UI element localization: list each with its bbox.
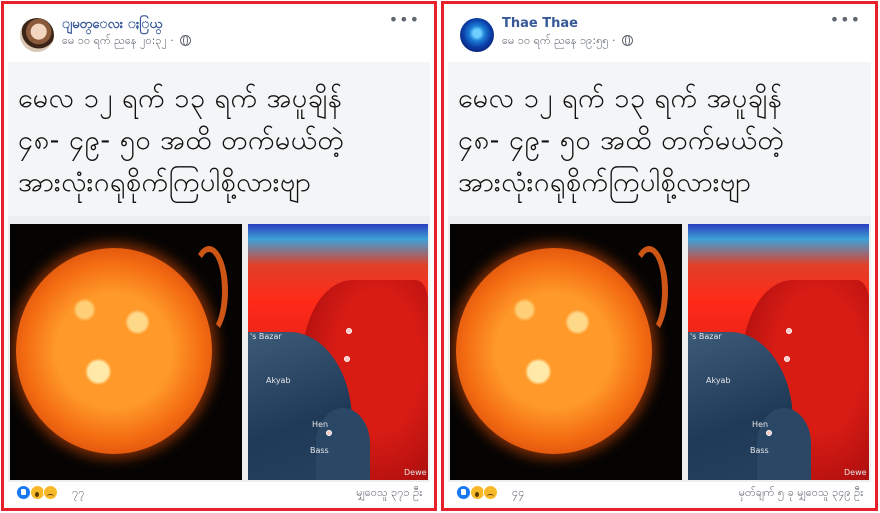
sad-icon (43, 485, 58, 500)
heat-map: 's Bazar Akyab Bass Dewe Hen (688, 224, 869, 480)
share-count[interactable]: မျှဝေသူ ၃၇၁ ဦး (356, 486, 422, 502)
reactions[interactable] (456, 485, 498, 501)
map-pin (326, 430, 332, 436)
comments-and-shares[interactable]: မှတ်ချက် ၅ ခု မျှဝေသူ ၃၄၉ ဦး (739, 486, 863, 502)
map-label: Dewe (844, 468, 867, 477)
reaction-count[interactable]: ၇၇ (72, 486, 84, 502)
map-pin (344, 356, 350, 362)
globe-icon (180, 35, 192, 46)
like-icon (456, 485, 471, 500)
post-timestamp[interactable]: မေ ၁၀ ရက် ညနေ ၂၀:၃၂ · (62, 34, 192, 50)
caption-line-1: မေလ ၁၂ ရက် ၁၃ ရက် အပူချိန် (18, 83, 343, 114)
author-name[interactable]: ျမတ္ေလး ႏြယ္ (62, 16, 162, 35)
caption-line-3: အားလုံးဂရုစိုက်ကြပါစို့လားဗျာ (18, 167, 312, 198)
map-label: Bass (310, 446, 329, 455)
sun-photo (10, 224, 242, 480)
map-label: Hen (312, 420, 329, 429)
timestamp-text[interactable]: မေ ၁၀ ရက် ညနေ ၂၀:၃၂ · (62, 34, 174, 47)
map-label: 's Bazar (250, 332, 282, 341)
post-image[interactable]: မေလ ၁၂ ရက် ၁၃ ရက် အပူချိန် ၄၈- ၄၉- ၅၀ အထ… (8, 62, 430, 482)
map-pin (784, 356, 790, 362)
heat-map: 's Bazar Akyab Bass Dewe Hen (248, 224, 428, 480)
post-footer: ၇၇ မျှဝေသူ ၃၇၁ ဦး (14, 480, 424, 506)
caption-line-2: ၄၈- ၄၉- ၅၀ အထိ တက်မယ်တဲ့ (18, 125, 345, 156)
post-header: ျမတ္ေလး ႏြယ္ မေ ၁၀ ရက် ညနေ ၂၀:၃၂ · ••• (14, 10, 424, 56)
like-icon (16, 485, 31, 500)
caption-line-2: ၄၈- ၄၉- ၅၀ အထိ တက်မယ်တဲ့ (458, 125, 785, 156)
more-icon[interactable]: ••• (830, 12, 861, 28)
post-card-right: Thae Thae မေ ၁၀ ရက် ညနေ ၁၉:၅၅ · ••• မေလ … (441, 1, 878, 511)
map-label: 's Bazar (690, 332, 722, 341)
map-pin (766, 430, 772, 436)
sun-disc (16, 248, 212, 454)
avatar[interactable] (20, 18, 54, 52)
post-image[interactable]: မေလ ၁၂ ရက် ၁၃ ရက် အပူချိန် ၄၈- ၄၉- ၅၀ အထ… (448, 62, 871, 482)
post-card-left: ျမတ္ေလး ႏြယ္ မေ ၁၀ ရက် ညနေ ၂၀:၃၂ · ••• မ… (1, 1, 437, 511)
map-label: Hen (752, 420, 769, 429)
map-label: Akyab (266, 376, 291, 385)
image-caption: မေလ ၁၂ ရက် ၁၃ ရက် အပူချိန် ၄၈- ၄၉- ၅၀ အထ… (8, 62, 430, 216)
sad-icon (483, 485, 498, 500)
caption-line-1: မေလ ၁၂ ရက် ၁၃ ရက် အပူချိန် (458, 83, 783, 114)
sun-photo (450, 224, 682, 480)
sun-disc (456, 248, 652, 454)
post-timestamp[interactable]: မေ ၁၀ ရက် ညနေ ၁၉:၅၅ · (502, 34, 633, 50)
post-header: Thae Thae မေ ၁၀ ရက် ညနေ ၁၉:၅၅ · ••• (454, 10, 865, 56)
map-label: Akyab (706, 376, 731, 385)
timestamp-text[interactable]: မေ ၁၀ ရက် ညနေ ၁၉:၅၅ · (502, 34, 615, 47)
more-icon[interactable]: ••• (389, 12, 420, 28)
map-label: Bass (750, 446, 769, 455)
map-label: Dewe (404, 468, 427, 477)
solar-flare (190, 246, 228, 336)
reactions[interactable] (16, 485, 58, 501)
author-name[interactable]: Thae Thae (502, 16, 578, 31)
map-pin (786, 328, 792, 334)
globe-icon (621, 35, 633, 46)
post-footer: ၄၄ မှတ်ချက် ၅ ခု မျှဝေသူ ၃၄၉ ဦး (454, 480, 865, 506)
reaction-count[interactable]: ၄၄ (512, 486, 524, 502)
image-caption: မေလ ၁၂ ရက် ၁၃ ရက် အပူချိန် ၄၈- ၄၉- ၅၀ အထ… (448, 62, 871, 216)
caption-line-3: အားလုံးဂရုစိုက်ကြပါစို့လားဗျာ (458, 167, 752, 198)
solar-flare (630, 246, 668, 336)
avatar[interactable] (460, 18, 494, 52)
map-pin (346, 328, 352, 334)
